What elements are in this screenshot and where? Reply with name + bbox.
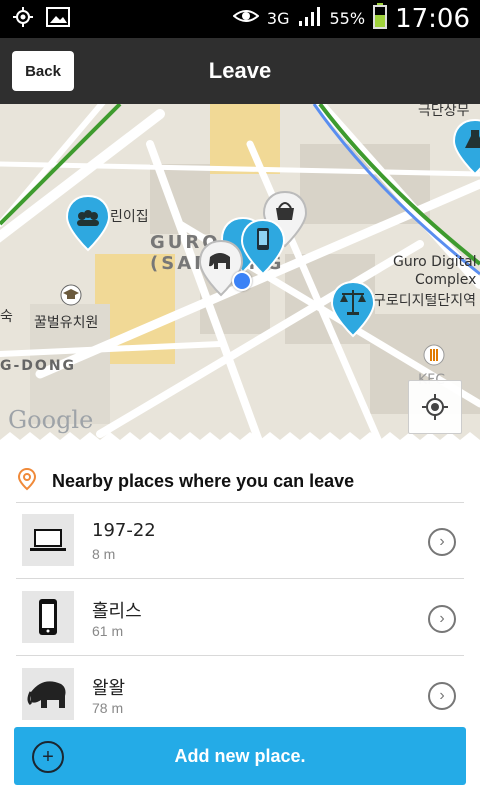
- map-label: G-DONG: [0, 358, 77, 374]
- map-label: Complex: [415, 272, 477, 288]
- nearby-header: Nearby places where you can leave: [16, 460, 464, 503]
- place-distance: 61 m: [92, 623, 124, 639]
- place-name: 홀리스: [92, 601, 142, 622]
- map-pin-scale-icon[interactable]: [330, 280, 376, 338]
- map-label: 구로디지털단지역: [373, 293, 477, 309]
- elephant-icon: [22, 668, 74, 720]
- place-distance: 8 m: [92, 546, 116, 562]
- map-pin-phone-icon[interactable]: [240, 218, 286, 276]
- map-label: 숙: [0, 309, 13, 325]
- place-name: 197-22: [92, 520, 156, 541]
- clock: 17:06: [395, 3, 470, 34]
- add-new-place-label: Add new place.: [174, 745, 306, 766]
- chevron-right-icon[interactable]: ›: [428, 528, 456, 556]
- battery-icon: [373, 3, 388, 34]
- map-pin-group-icon[interactable]: [65, 194, 111, 252]
- place-distance: 78 m: [92, 700, 124, 716]
- location-pin-icon: [16, 467, 38, 496]
- nearby-places-list: 197-22 8 m › 홀리스 61 m › 왈왈 78 m ›: [16, 502, 464, 733]
- map-label: Guro Digital: [393, 254, 477, 270]
- signal-icon: [298, 5, 322, 32]
- status-bar: 3G 55% 17:06: [0, 0, 480, 38]
- eye-icon: [232, 7, 260, 30]
- my-location-button[interactable]: [408, 380, 462, 434]
- network-type: 3G: [266, 9, 290, 28]
- app-header: Back Leave: [0, 38, 480, 104]
- map-pin-flask-icon[interactable]: [452, 118, 480, 176]
- battery-percent: 55%: [329, 9, 366, 28]
- page-title: Leave: [208, 58, 272, 83]
- map-view[interactable]: 극단상무 린이집 GURO (SAMSUNG Guro Digital Comp…: [0, 104, 480, 444]
- map-label: 린이집: [110, 209, 149, 225]
- nearby-title: Nearby places where you can leave: [52, 470, 355, 491]
- phone-icon: [22, 591, 74, 643]
- laptop-icon: [22, 514, 74, 566]
- list-item[interactable]: 왈왈 78 m ›: [16, 656, 464, 733]
- map-label: 꿀벌유치원: [34, 315, 99, 331]
- place-name: 왈왈: [92, 678, 126, 699]
- current-location-dot: [232, 271, 252, 291]
- list-item[interactable]: 홀리스 61 m ›: [16, 579, 464, 656]
- chevron-right-icon[interactable]: ›: [428, 682, 456, 710]
- list-item[interactable]: 197-22 8 m ›: [16, 502, 464, 579]
- chevron-right-icon[interactable]: ›: [428, 605, 456, 633]
- location-icon: [12, 6, 34, 33]
- gallery-icon: [46, 7, 70, 32]
- google-watermark: Google: [8, 406, 94, 434]
- add-new-place-button[interactable]: + Add new place.: [14, 727, 466, 785]
